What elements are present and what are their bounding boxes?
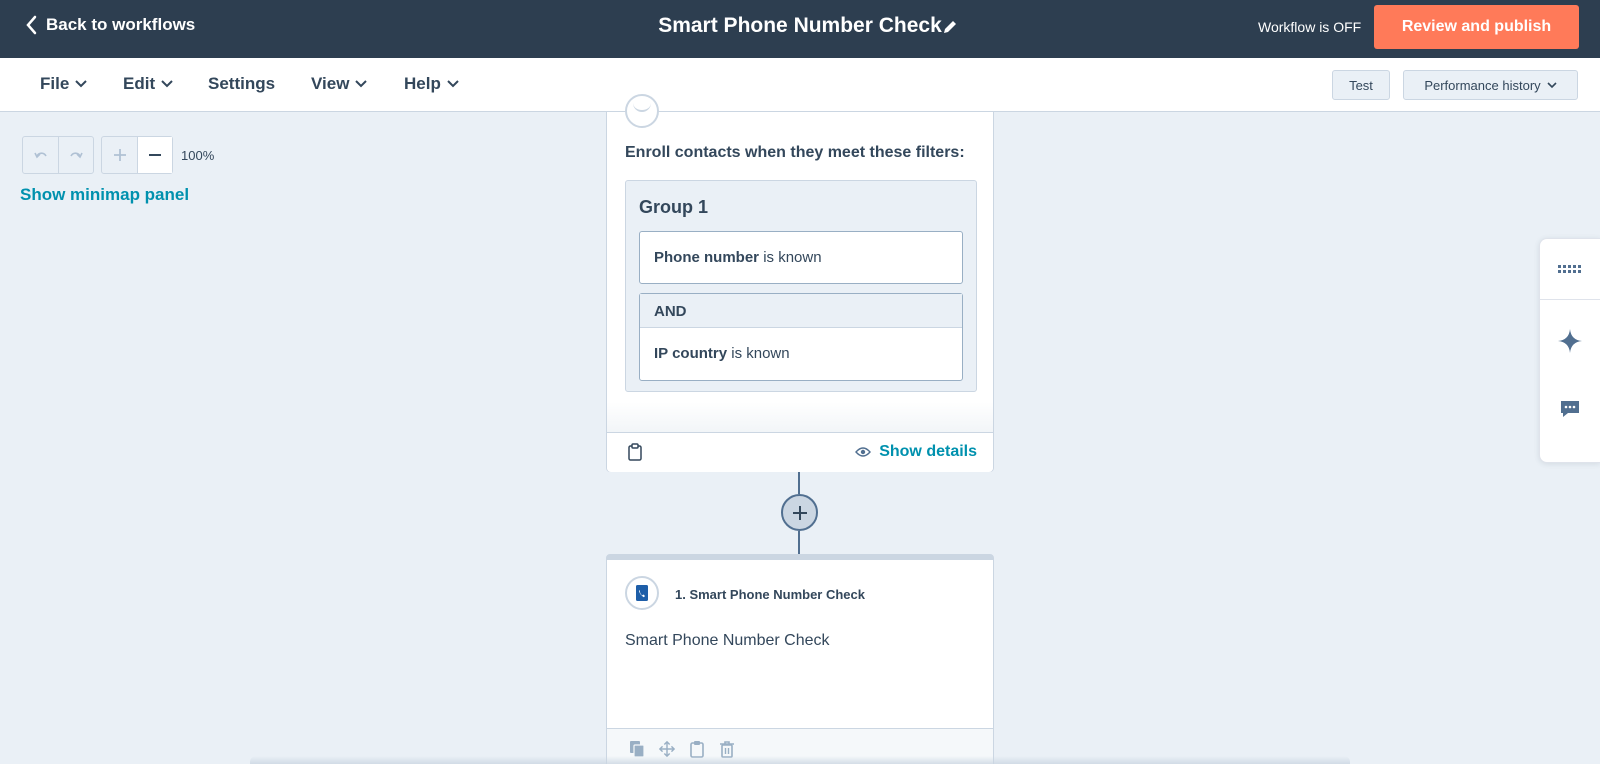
action-card[interactable]: 1. Smart Phone Number Check Smart Phone … bbox=[606, 554, 994, 764]
enrollment-trigger-card[interactable]: Enroll contacts when they meet these fil… bbox=[606, 94, 994, 472]
zoom-controls bbox=[101, 136, 173, 174]
menu-settings[interactable]: Settings bbox=[208, 74, 275, 94]
and-label: AND bbox=[640, 294, 962, 328]
filter-property: Phone number bbox=[654, 249, 764, 266]
show-minimap-link[interactable]: Show minimap panel bbox=[20, 185, 189, 205]
add-action-button[interactable] bbox=[781, 494, 818, 531]
top-header: Back to workflows Smart Phone Number Che… bbox=[0, 0, 1600, 58]
action-icon bbox=[625, 576, 659, 610]
minus-icon bbox=[149, 154, 161, 156]
enroll-heading: Enroll contacts when they meet these fil… bbox=[625, 144, 965, 161]
chevron-down-icon bbox=[355, 80, 368, 88]
zoom-out-button[interactable] bbox=[137, 137, 172, 173]
workflow-status: Workflow is OFF bbox=[1258, 19, 1362, 35]
menu-help[interactable]: Help bbox=[404, 74, 459, 94]
test-button[interactable]: Test bbox=[1332, 70, 1390, 100]
performance-history-label: Performance history bbox=[1424, 77, 1541, 93]
menu-edit[interactable]: Edit bbox=[123, 74, 173, 94]
action-title: 1. Smart Phone Number Check bbox=[675, 587, 865, 602]
pencil-icon[interactable] bbox=[940, 17, 960, 37]
performance-history-button[interactable]: Performance history bbox=[1403, 70, 1578, 100]
move-icon bbox=[659, 740, 675, 757]
filter-operator: is known bbox=[763, 249, 822, 266]
card-fade bbox=[607, 402, 993, 432]
ai-assistant-button[interactable] bbox=[1540, 321, 1600, 361]
chevron-left-icon bbox=[26, 15, 37, 35]
menu-help-label: Help bbox=[404, 74, 441, 93]
right-rail bbox=[1539, 238, 1600, 463]
bottom-shadow bbox=[250, 756, 1350, 764]
redo-icon bbox=[70, 152, 83, 159]
eye-icon bbox=[855, 447, 872, 457]
keyboard-shortcuts-button[interactable] bbox=[1540, 249, 1600, 289]
menu-edit-label: Edit bbox=[123, 74, 156, 93]
rail-divider bbox=[1540, 299, 1600, 300]
undo-icon bbox=[33, 152, 47, 159]
comments-button[interactable] bbox=[1540, 389, 1600, 429]
clipboard-icon[interactable] bbox=[627, 443, 643, 461]
trigger-icon bbox=[625, 94, 659, 128]
filter-operator: is known bbox=[731, 345, 790, 362]
group-title: Group 1 bbox=[639, 197, 709, 217]
show-details-label: Show details bbox=[879, 443, 977, 460]
back-to-workflows-link[interactable]: Back to workflows bbox=[24, 14, 195, 36]
zoom-in-button[interactable] bbox=[102, 137, 137, 173]
action-description: Smart Phone Number Check bbox=[625, 632, 830, 649]
menu-bar: File Edit Settings View Help Test Perfor… bbox=[0, 58, 1600, 112]
clipboard-icon bbox=[690, 740, 704, 758]
filter-ip-country[interactable]: AND IP country is known bbox=[639, 293, 963, 381]
copy-icon bbox=[630, 740, 645, 758]
trigger-card-footer: Show details bbox=[607, 432, 993, 472]
zoom-level: 100% bbox=[181, 148, 215, 163]
menu-settings-label: Settings bbox=[208, 74, 276, 93]
filter-group: Group 1 Phone number is known AND IP cou… bbox=[625, 180, 977, 392]
chevron-down-icon bbox=[1547, 81, 1557, 88]
menu-file[interactable]: File bbox=[40, 74, 88, 94]
menu-file-label: File bbox=[40, 74, 70, 93]
chevron-down-icon bbox=[75, 80, 88, 88]
phone-book-icon bbox=[636, 585, 648, 601]
plus-icon bbox=[792, 505, 807, 520]
trash-icon bbox=[720, 740, 734, 758]
chat-icon bbox=[1561, 401, 1579, 417]
menu-view[interactable]: View bbox=[311, 74, 368, 94]
connector-line bbox=[798, 531, 800, 554]
chevron-down-icon bbox=[447, 80, 459, 88]
redo-button[interactable] bbox=[58, 137, 93, 173]
back-link-label: Back to workflows bbox=[46, 15, 196, 34]
menu-view-label: View bbox=[311, 74, 350, 93]
review-and-publish-button[interactable]: Review and publish bbox=[1374, 5, 1579, 49]
show-details-button[interactable]: Show details bbox=[855, 443, 977, 461]
connector-line bbox=[798, 472, 800, 494]
keyboard-icon bbox=[1558, 265, 1581, 273]
filter-property: IP country bbox=[654, 345, 732, 362]
undo-button[interactable] bbox=[23, 137, 58, 173]
history-controls bbox=[22, 136, 94, 174]
filter-phone-number[interactable]: Phone number is known bbox=[639, 231, 963, 284]
chevron-down-icon bbox=[161, 80, 173, 88]
plus-icon bbox=[113, 149, 126, 161]
sparkle-icon bbox=[1558, 329, 1582, 353]
